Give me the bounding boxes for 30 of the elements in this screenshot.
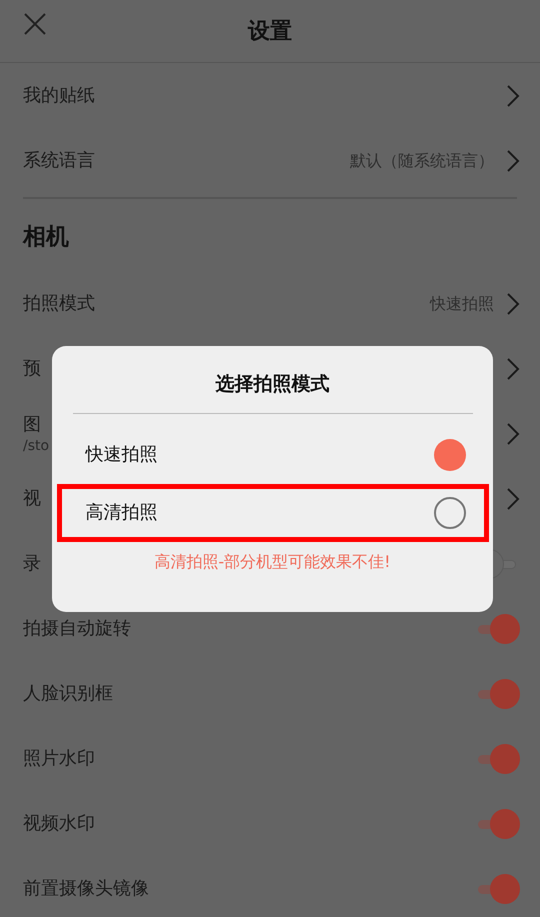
row-label: 拍摄自动旋转: [23, 617, 131, 641]
row-label: 视频水印: [23, 812, 95, 836]
row-label: 系统语言: [23, 149, 95, 173]
chevron-right-icon: [506, 422, 520, 446]
option-label: 高清拍照: [86, 501, 158, 525]
page-title: 设置: [248, 18, 292, 46]
row-label: 照片水印: [23, 747, 95, 771]
row-label: 预: [23, 357, 41, 381]
row-label: 图: [23, 413, 41, 438]
chevron-right-icon: [506, 356, 520, 380]
radio-button[interactable]: [434, 496, 466, 528]
chevron-right-icon: [506, 486, 520, 510]
row-label: 人脸识别框: [23, 682, 113, 706]
row-label: 我的贴纸: [23, 84, 95, 108]
row-label: 视: [23, 487, 41, 511]
row-label: 拍照模式: [23, 292, 95, 316]
warning-note: 高清拍照-部分机型可能效果不佳!: [154, 550, 391, 572]
row-subtitle: /sto: [23, 438, 50, 456]
row-label: 前置摄像头镜像: [23, 877, 149, 901]
mode-option[interactable]: 快速拍照: [56, 426, 488, 484]
option-label: 快速拍照: [86, 443, 158, 467]
row-label: 录: [23, 552, 41, 576]
mode-option[interactable]: 高清拍照: [56, 484, 488, 542]
close-icon[interactable]: [24, 13, 46, 35]
radio-button[interactable]: [434, 438, 466, 470]
chevron-right-icon: [506, 292, 520, 316]
section-heading: 相机: [23, 222, 69, 252]
chevron-right-icon: [506, 84, 520, 108]
dialog-title: 选择拍照模式: [216, 372, 330, 397]
chevron-right-icon: [506, 148, 520, 172]
